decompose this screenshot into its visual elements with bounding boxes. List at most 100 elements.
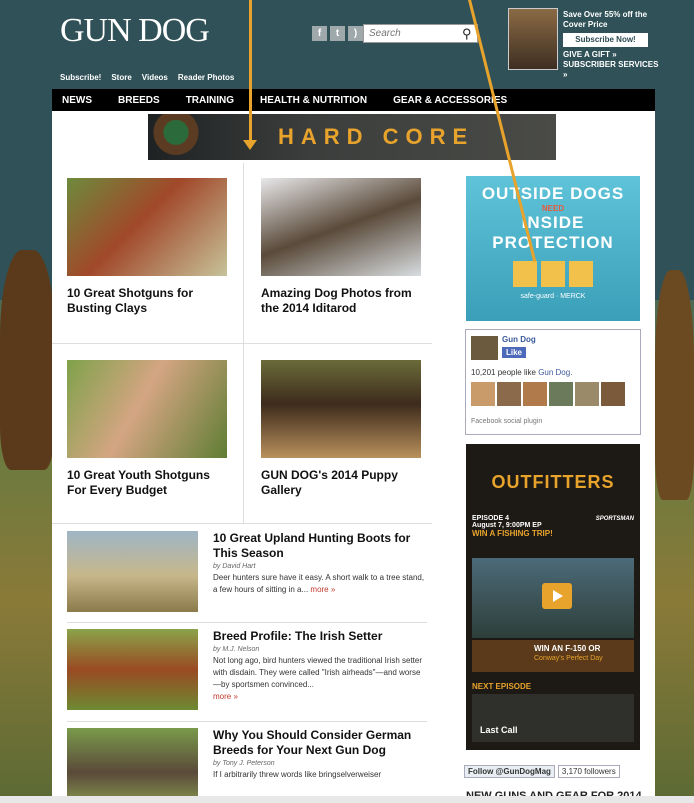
search-box: ⚲ (363, 24, 478, 43)
page-link[interactable]: Gun Dog. (538, 368, 572, 377)
fan-avatar[interactable] (575, 382, 599, 406)
last-call-label: Last Call (480, 725, 518, 735)
give-gift-link[interactable]: GIVE A GIFT » (563, 50, 663, 60)
win-truck-sub: Conway's Perfect Day (534, 655, 603, 662)
play-icon[interactable] (542, 583, 572, 609)
like-count-text: 10,201 people like (471, 368, 536, 377)
article-title[interactable]: 10 Great Upland Hunting Boots for This S… (213, 531, 425, 561)
facebook-icon[interactable]: f (312, 26, 327, 41)
top-link-subscribe[interactable]: Subscribe! (60, 73, 101, 82)
card-title[interactable]: 10 Great Shotguns for Busting Clays (67, 286, 227, 316)
ad-line-1: OUTSIDE DOGS (481, 184, 625, 203)
ad-brand: safe-guard · MERCK (520, 293, 586, 300)
article-irish-setter: Breed Profile: The Irish Setter by M.J. … (67, 629, 427, 714)
article-excerpt: Deer hunters sure have it easy. A short … (213, 572, 425, 596)
fan-avatar[interactable] (497, 382, 521, 406)
truck-promo[interactable]: WIN AN F-150 OR Conway's Perfect Day (472, 640, 634, 672)
fan-avatar[interactable] (549, 382, 573, 406)
more-link[interactable]: more » (310, 585, 335, 594)
fan-avatar[interactable] (601, 382, 625, 406)
card-puppy-gallery[interactable]: GUN DOG's 2014 Puppy Gallery (261, 360, 421, 498)
rss-icon[interactable]: ) (348, 26, 363, 41)
last-call-thumbnail[interactable]: Last Call (472, 694, 634, 742)
article-title[interactable]: Why You Should Consider German Breeds fo… (213, 728, 425, 758)
twitter-follow-button[interactable]: Follow @GunDogMag (464, 765, 555, 778)
duck-decoy-image (148, 114, 218, 160)
page-name[interactable]: Gun Dog (502, 335, 536, 344)
nav-breeds[interactable]: BREEDS (118, 95, 160, 106)
top-link-store[interactable]: Store (111, 73, 131, 82)
seresto-ad[interactable]: OUTSIDE DOGS NEED INSIDE PROTECTION safe… (466, 176, 640, 321)
more-link[interactable]: more » (213, 692, 238, 701)
fb-plugin-label: Facebook social plugin (471, 418, 543, 425)
card-title[interactable]: GUN DOG's 2014 Puppy Gallery (261, 468, 421, 498)
article-thumbnail[interactable] (67, 531, 198, 612)
main-content: HARD CORE 10 Great Shotguns for Busting … (52, 111, 655, 803)
article-excerpt: If I arbitrarily threw words like brings… (213, 770, 382, 779)
article-thumbnail[interactable] (67, 728, 198, 803)
win-truck: WIN AN F-150 OR (534, 644, 601, 653)
hardcore-banner-ad[interactable]: HARD CORE (148, 114, 556, 160)
outfitters-title: OUTFITTERS (491, 472, 615, 492)
banner-text: HARD CORE (278, 124, 475, 149)
fan-avatar[interactable] (471, 382, 495, 406)
twitter-followers: 3,170 followers (557, 765, 620, 778)
article-upland-boots: 10 Great Upland Hunting Boots for This S… (67, 531, 427, 616)
article-title[interactable]: Breed Profile: The Irish Setter (213, 629, 425, 644)
card-image (261, 178, 421, 276)
row-divider (67, 721, 427, 722)
card-image (261, 360, 421, 458)
ad-line-2: NEED (541, 204, 565, 213)
nav-gear-accessories[interactable]: GEAR & ACCESSORIES (393, 95, 507, 106)
article-german-breeds: Why You Should Consider German Breeds fo… (67, 728, 427, 803)
outfitters-ad[interactable]: OUTFITTERS EPISODE 4 August 7, 9:00PM EP… (466, 444, 640, 750)
ad-line-3: INSIDE PROTECTION (492, 213, 614, 252)
subscribe-promo: Save Over 55% off the Cover Price Subscr… (563, 10, 663, 80)
card-title[interactable]: Amazing Dog Photos from the 2014 Iditaro… (261, 286, 421, 316)
article-byline: by M.J. Nelson (213, 646, 260, 653)
subscribe-button[interactable]: Subscribe Now! (563, 33, 648, 47)
top-links: Subscribe! Store Videos Reader Photos (60, 73, 234, 82)
promo-headline: Save Over 55% off the Cover Price (563, 10, 648, 29)
tree-left (0, 250, 55, 470)
top-link-reader-photos[interactable]: Reader Photos (178, 73, 234, 82)
tree-right (655, 270, 694, 500)
search-input[interactable] (364, 28, 454, 39)
article-excerpt: Not long ago, bird hunters viewed the tr… (213, 655, 425, 703)
card-image (67, 360, 227, 458)
article-thumbnail[interactable] (67, 629, 198, 710)
fan-avatar[interactable] (523, 382, 547, 406)
next-episode-label: NEXT EPISODE (472, 682, 532, 691)
twitter-follow: Follow @GunDogMag 3,170 followers (464, 765, 620, 778)
subscriber-services-link[interactable]: SUBSCRIBER SERVICES » (563, 60, 663, 80)
nav-training[interactable]: TRAINING (186, 95, 234, 106)
win-fishing-trip: WIN A FISHING TRIP! (472, 529, 553, 538)
card-image (67, 178, 227, 276)
social-links: f t ) (312, 26, 363, 41)
nav-news[interactable]: NEWS (62, 95, 92, 106)
twitter-icon[interactable]: t (330, 26, 345, 41)
annotation-arrow (249, 0, 252, 145)
browser-bottom-strip (0, 796, 694, 803)
top-link-videos[interactable]: Videos (142, 73, 168, 82)
article-body: 10 Great Upland Hunting Boots for This S… (213, 531, 425, 596)
row-divider (52, 343, 432, 344)
nav-health-nutrition[interactable]: HEALTH & NUTRITION (260, 95, 367, 106)
card-shotguns-clays[interactable]: 10 Great Shotguns for Busting Clays (67, 178, 227, 316)
main-nav: NEWS BREEDS TRAINING HEALTH & NUTRITION … (52, 89, 655, 111)
search-icon[interactable]: ⚲ (462, 26, 472, 42)
row-divider (52, 523, 432, 524)
product-packs (466, 261, 640, 287)
network-logo: SPORTSMAN (595, 516, 634, 522)
facebook-widget: Gun Dog Like 10,201 people like Gun Dog.… (465, 329, 641, 435)
like-button[interactable]: Like (502, 347, 527, 358)
row-divider (67, 622, 427, 623)
card-iditarod[interactable]: Amazing Dog Photos from the 2014 Iditaro… (261, 178, 421, 316)
card-youth-shotguns[interactable]: 10 Great Youth Shotguns For Every Budget (67, 360, 227, 498)
fish-video-thumbnail[interactable] (472, 558, 634, 638)
page-avatar[interactable] (471, 336, 498, 360)
fan-faces (471, 382, 625, 406)
magazine-cover-image[interactable] (508, 8, 558, 70)
site-logo[interactable]: GUN DOG (60, 12, 210, 50)
card-title[interactable]: 10 Great Youth Shotguns For Every Budget (67, 468, 227, 498)
